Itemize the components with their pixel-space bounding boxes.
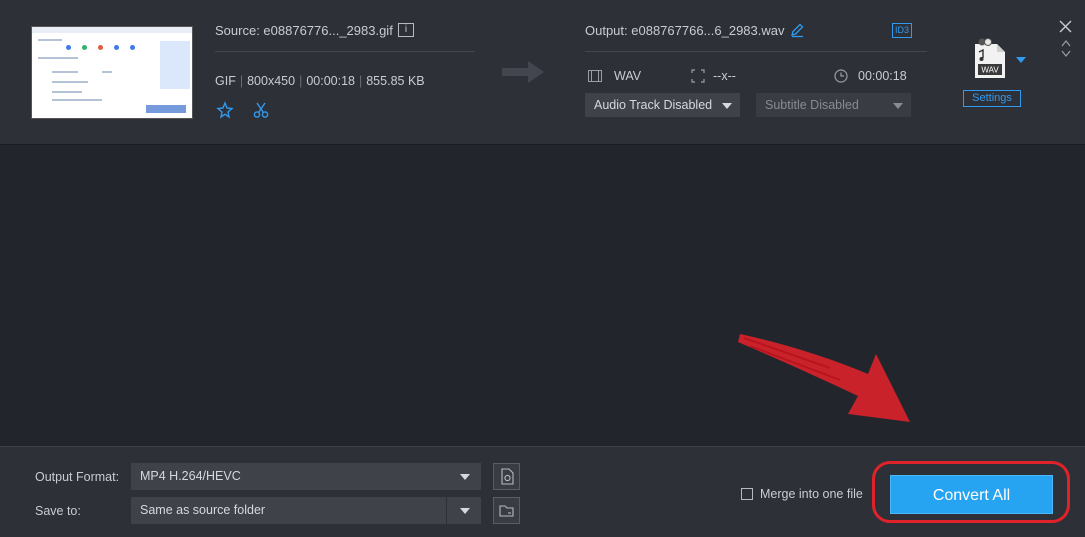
film-icon <box>588 70 602 82</box>
output-resolution-info: --x-- <box>691 69 736 83</box>
output-duration-text: 00:00:18 <box>858 69 907 83</box>
save-to-value: Same as source folder <box>140 503 266 517</box>
output-divider <box>585 51 927 52</box>
source-size: 855.85 KB <box>366 74 425 88</box>
chevron-down-icon <box>893 103 903 109</box>
chevron-up-icon[interactable] <box>1061 40 1071 47</box>
info-icon[interactable]: i <box>398 23 414 37</box>
save-to-label: Save to: <box>35 504 81 518</box>
file-row: Source: e08876776..._2983.gif i GIF | 800x… <box>0 0 1085 145</box>
edit-name-icon[interactable] <box>789 22 805 38</box>
source-divider <box>215 51 475 52</box>
save-to-select[interactable]: Same as source folder <box>131 497 481 524</box>
thumbnail-line <box>102 71 112 73</box>
thumbnail-dot <box>98 45 103 50</box>
settings-button[interactable]: Settings <box>963 90 1021 107</box>
source-format: GIF <box>215 74 236 88</box>
source-resolution: 800x450 <box>247 74 296 88</box>
chevron-down-icon <box>460 474 470 480</box>
select-divider <box>446 497 447 524</box>
wav-format-icon[interactable]: WAV <box>973 38 1007 80</box>
thumbnail-line <box>52 81 88 83</box>
thumbnail-dot <box>66 45 71 50</box>
thumbnail-dot <box>82 45 87 50</box>
resize-icon <box>691 69 705 83</box>
source-filename: Source: e08876776..._2983.gif <box>215 23 393 38</box>
merge-checkbox[interactable] <box>741 488 753 500</box>
close-icon[interactable] <box>1059 20 1072 33</box>
thumbnail-line <box>38 57 78 59</box>
output-duration-info: 00:00:18 <box>834 69 907 83</box>
edit-icons <box>216 101 284 122</box>
thumbnail-line <box>52 71 78 73</box>
output-format-text: WAV <box>614 69 642 83</box>
subtitle-value: Subtitle Disabled <box>765 98 859 112</box>
thumbnail-line <box>38 39 62 41</box>
output-filename: Output: e088767766...6_2983.wav <box>585 23 785 38</box>
wav-icon-label: WAV <box>981 66 999 75</box>
output-format-info: WAV <box>588 69 641 83</box>
open-folder-button[interactable] <box>493 497 520 524</box>
merge-option[interactable]: Merge into one file <box>741 487 863 501</box>
star-effect-icon[interactable] <box>216 101 234 119</box>
file-list-empty-area <box>0 145 1085 445</box>
folder-icon <box>499 505 514 517</box>
thumbnail-dot <box>130 45 135 50</box>
chevron-down-icon[interactable] <box>1061 50 1071 57</box>
thumbnail-line <box>52 91 82 93</box>
source-duration: 00:00:18 <box>306 74 355 88</box>
chevron-down-icon[interactable] <box>460 508 470 514</box>
output-format-label: Output Format: <box>35 470 120 484</box>
convert-arrow-icon <box>502 61 544 83</box>
thumbnail-logo <box>146 105 186 113</box>
chevron-down-icon <box>722 103 732 109</box>
scissors-icon[interactable] <box>252 101 270 119</box>
red-arrow-annotation-icon <box>738 334 910 422</box>
audio-track-value: Audio Track Disabled <box>594 98 713 112</box>
subtitle-dropdown[interactable]: Subtitle Disabled <box>756 93 911 117</box>
output-resolution-text: --x-- <box>713 69 736 83</box>
audio-track-dropdown[interactable]: Audio Track Disabled <box>585 93 740 117</box>
source-metadata: GIF | 800x450 | 00:00:18 | 855.85 KB <box>215 74 425 88</box>
format-dropdown-caret-icon[interactable] <box>1016 57 1026 63</box>
format-settings-button[interactable] <box>493 463 520 490</box>
video-thumbnail[interactable] <box>31 26 193 119</box>
clock-icon <box>834 69 848 83</box>
gear-icon <box>501 468 514 485</box>
thumbnail-topbar <box>32 27 192 33</box>
id3-tag-button[interactable]: ID3 <box>892 23 912 38</box>
convert-all-button[interactable]: Convert All <box>890 475 1053 514</box>
output-format-select[interactable]: MP4 H.264/HEVC <box>131 463 481 490</box>
thumbnail-dot <box>114 45 119 50</box>
thumbnail-panel <box>160 41 190 89</box>
merge-label: Merge into one file <box>760 487 863 501</box>
output-format-value: MP4 H.264/HEVC <box>140 469 241 483</box>
thumbnail-line <box>52 99 102 101</box>
